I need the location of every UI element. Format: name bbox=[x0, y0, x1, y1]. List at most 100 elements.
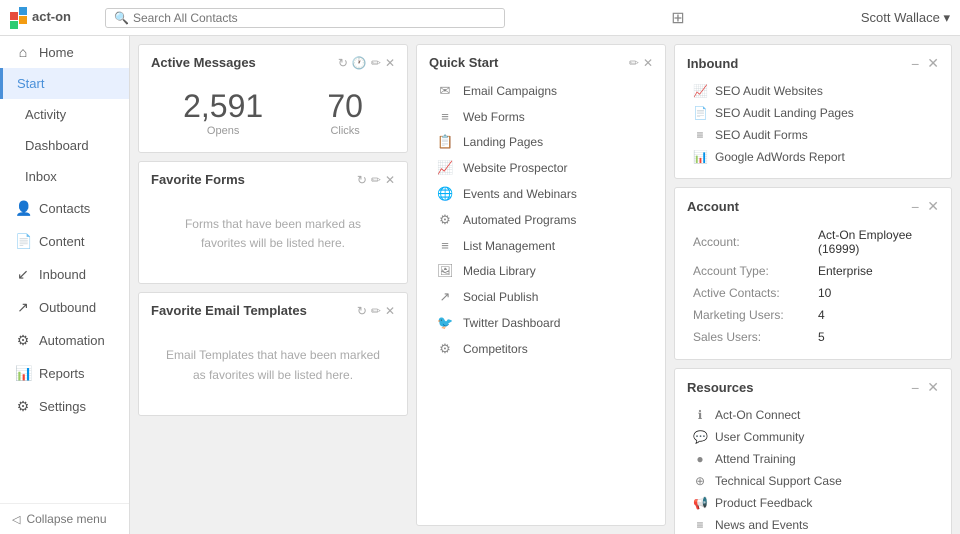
inbound-item-adwords[interactable]: 📊 Google AdWords Report bbox=[687, 146, 939, 168]
account-key: Marketing Users: bbox=[689, 305, 812, 325]
resource-item-acton-connect[interactable]: ℹ Act-On Connect bbox=[687, 404, 939, 426]
resource-item-label: Act-On Connect bbox=[715, 408, 800, 422]
qs-item-events-webinars[interactable]: 🌐 Events and Webinars bbox=[429, 181, 653, 207]
inbound-item-label: SEO Audit Forms bbox=[715, 128, 808, 142]
qs-item-landing-pages[interactable]: 📋 Landing Pages bbox=[429, 129, 653, 155]
sidebar-item-settings[interactable]: ⚙ Settings bbox=[0, 390, 129, 423]
resource-item-feedback[interactable]: 📢 Product Feedback bbox=[687, 492, 939, 514]
account-card: Account − ✕ Account: Act-On Employee (16… bbox=[674, 187, 952, 360]
minimize-icon[interactable]: − bbox=[911, 199, 919, 215]
sidebar-item-start[interactable]: Start bbox=[0, 68, 129, 99]
inbound-item-seo-websites[interactable]: 📈 SEO Audit Websites bbox=[687, 80, 939, 102]
contacts-icon: 👤 bbox=[15, 200, 31, 217]
favorite-forms-card: Favorite Forms ↻ ✏ ✕ Forms that have bee… bbox=[138, 161, 408, 284]
sidebar-item-home[interactable]: ⌂ Home bbox=[0, 36, 129, 68]
resource-item-user-community[interactable]: 💬 User Community bbox=[687, 426, 939, 448]
user-menu[interactable]: Scott Wallace ▾ bbox=[861, 10, 950, 26]
search-input[interactable] bbox=[133, 11, 496, 25]
inbound-item-label: Google AdWords Report bbox=[715, 150, 845, 164]
qs-item-email-campaigns[interactable]: ✉ Email Campaigns bbox=[429, 78, 653, 104]
sidebar-item-dashboard[interactable]: Dashboard bbox=[0, 130, 129, 161]
close-icon[interactable]: ✕ bbox=[385, 173, 395, 187]
forms-icon: ≡ bbox=[437, 109, 453, 124]
inbound-title: Inbound bbox=[687, 56, 738, 71]
twitter-icon: 🐦 bbox=[437, 315, 453, 331]
refresh-icon[interactable]: ↻ bbox=[357, 173, 367, 187]
close-icon[interactable]: ✕ bbox=[385, 56, 395, 70]
resource-item-news[interactable]: ≡ News and Events bbox=[687, 514, 939, 534]
qs-item-competitors[interactable]: ⚙ Competitors bbox=[429, 336, 653, 362]
sidebar-item-reports[interactable]: 📊 Reports bbox=[0, 357, 129, 390]
edit-icon[interactable]: ✏ bbox=[371, 304, 381, 318]
sidebar-item-inbound[interactable]: ↙ Inbound bbox=[0, 258, 129, 291]
collapse-icon: ◁ bbox=[12, 513, 20, 526]
qs-item-media-library[interactable]: 🖼 Media Library bbox=[429, 258, 653, 284]
clicks-count: 70 bbox=[327, 88, 363, 125]
content-icon: 📄 bbox=[15, 233, 31, 250]
inbound-item-seo-landing[interactable]: 📄 SEO Audit Landing Pages bbox=[687, 102, 939, 124]
edit-icon[interactable]: ✏ bbox=[371, 56, 381, 70]
inbound-controls: − ✕ bbox=[911, 55, 939, 72]
close-icon[interactable]: ✕ bbox=[927, 198, 939, 215]
resource-item-training[interactable]: ● Attend Training bbox=[687, 448, 939, 470]
close-icon[interactable]: ✕ bbox=[927, 55, 939, 72]
grid-icon[interactable]: ⊞ bbox=[671, 8, 684, 28]
training-icon: ● bbox=[693, 452, 707, 466]
sidebar-item-automation[interactable]: ⚙ Automation bbox=[0, 324, 129, 357]
clicks-label: Clicks bbox=[327, 125, 363, 137]
resource-item-support[interactable]: ⊕ Technical Support Case bbox=[687, 470, 939, 492]
account-value[interactable]: Enterprise bbox=[814, 261, 937, 281]
refresh-icon[interactable]: ↻ bbox=[357, 304, 367, 318]
refresh-icon[interactable]: ↻ bbox=[338, 56, 348, 70]
qs-item-automated-programs[interactable]: ⚙ Automated Programs bbox=[429, 207, 653, 233]
collapse-label: Collapse menu bbox=[26, 512, 106, 526]
right-column: Inbound − ✕ 📈 SEO Audit Websites 📄 SEO A… bbox=[674, 44, 952, 526]
resources-list: ℹ Act-On Connect 💬 User Community ● Atte… bbox=[687, 404, 939, 534]
minimize-icon[interactable]: − bbox=[911, 56, 919, 72]
sidebar-item-outbound[interactable]: ↗ Outbound bbox=[0, 291, 129, 324]
account-row-contacts: Active Contacts: 10 bbox=[689, 283, 937, 303]
clock-icon[interactable]: 🕐 bbox=[352, 56, 367, 70]
account-value[interactable]: 10 bbox=[814, 283, 937, 303]
middle-column: Quick Start ✏ ✕ ✉ Email Campaigns ≡ Web … bbox=[416, 44, 666, 526]
active-messages-card: Active Messages ↻ 🕐 ✏ ✕ 2,591 Opens 70 bbox=[138, 44, 408, 153]
qs-item-list-management[interactable]: ≡ List Management bbox=[429, 233, 653, 258]
close-icon[interactable]: ✕ bbox=[385, 304, 395, 318]
qs-label: Events and Webinars bbox=[463, 187, 577, 201]
quick-start-controls: ✏ ✕ bbox=[629, 56, 653, 70]
close-icon[interactable]: ✕ bbox=[643, 56, 653, 70]
sidebar-item-label: Start bbox=[17, 76, 44, 91]
sidebar-item-content[interactable]: 📄 Content bbox=[0, 225, 129, 258]
qs-item-social-publish[interactable]: ↗ Social Publish bbox=[429, 284, 653, 310]
favorite-forms-controls: ↻ ✏ ✕ bbox=[357, 173, 395, 187]
minimize-icon[interactable]: − bbox=[911, 380, 919, 396]
qs-item-web-forms[interactable]: ≡ Web Forms bbox=[429, 104, 653, 129]
edit-icon[interactable]: ✏ bbox=[629, 56, 639, 70]
qs-item-website-prospector[interactable]: 📈 Website Prospector bbox=[429, 155, 653, 181]
collapse-menu-button[interactable]: ◁ Collapse menu bbox=[0, 503, 129, 534]
list-icon: ≡ bbox=[437, 238, 453, 253]
support-icon: ⊕ bbox=[693, 474, 707, 488]
close-icon[interactable]: ✕ bbox=[927, 379, 939, 396]
qs-item-twitter-dashboard[interactable]: 🐦 Twitter Dashboard bbox=[429, 310, 653, 336]
edit-icon[interactable]: ✏ bbox=[371, 173, 381, 187]
account-header: Account − ✕ bbox=[687, 198, 939, 215]
sidebar-item-inbox[interactable]: Inbox bbox=[0, 161, 129, 192]
sidebar-item-label: Inbox bbox=[25, 169, 57, 184]
active-messages-title: Active Messages bbox=[151, 55, 256, 70]
sidebar-item-activity[interactable]: Activity bbox=[0, 99, 129, 130]
inbound-item-seo-forms[interactable]: ≡ SEO Audit Forms bbox=[687, 124, 939, 146]
sidebar-item-contacts[interactable]: 👤 Contacts bbox=[0, 192, 129, 225]
sidebar-item-label: Content bbox=[39, 234, 85, 249]
logo[interactable]: act-on bbox=[10, 7, 85, 29]
active-messages-header: Active Messages ↻ 🕐 ✏ ✕ bbox=[151, 55, 395, 70]
search-area[interactable]: 🔍 bbox=[105, 8, 505, 28]
topbar: act-on 🔍 ⊞ Scott Wallace ▾ bbox=[0, 0, 960, 36]
inbound-item-label: SEO Audit Websites bbox=[715, 84, 823, 98]
sidebar-item-label: Dashboard bbox=[25, 138, 89, 153]
reports-icon: 📊 bbox=[15, 365, 31, 382]
account-value[interactable]: Act-On Employee (16999) bbox=[814, 225, 937, 259]
qs-label: Twitter Dashboard bbox=[463, 316, 560, 330]
qs-label: Web Forms bbox=[463, 110, 525, 124]
favorite-forms-title: Favorite Forms bbox=[151, 172, 245, 187]
